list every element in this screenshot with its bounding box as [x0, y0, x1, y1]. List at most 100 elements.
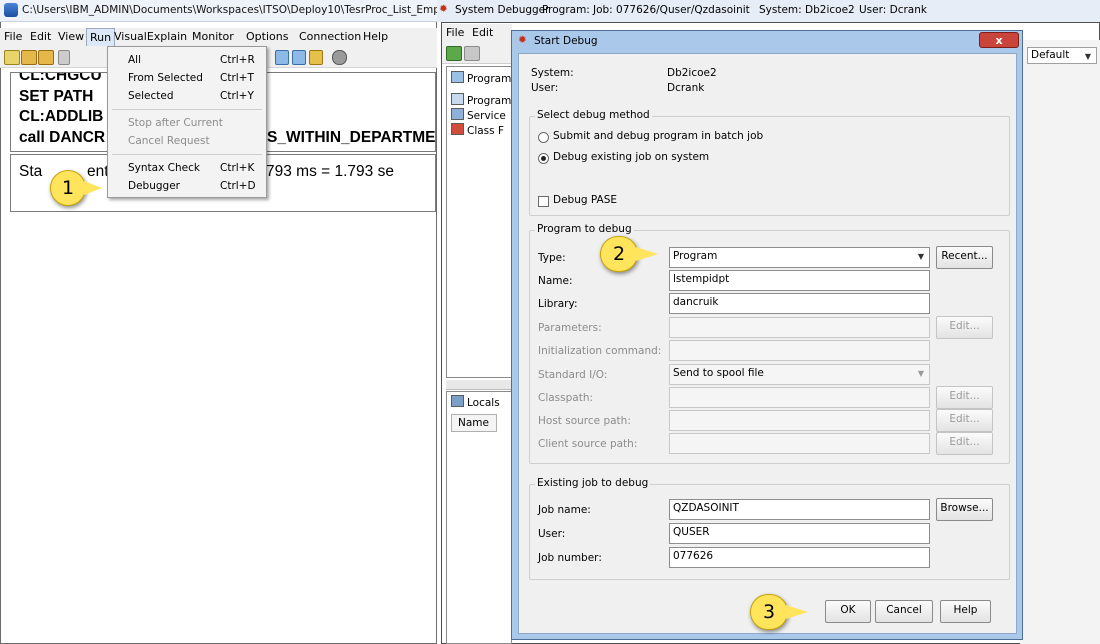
- cancel-button[interactable]: Cancel: [875, 600, 933, 623]
- service-icon: [451, 108, 464, 120]
- user-value: Dcrank: [667, 82, 705, 94]
- menu-help[interactable]: Help: [363, 30, 388, 43]
- start-icon[interactable]: [446, 46, 462, 61]
- classpath-label: Classpath:: [538, 392, 594, 404]
- cut-icon[interactable]: [58, 50, 70, 65]
- code-line-tail: S_WITHIN_DEPARTME: [267, 129, 436, 146]
- shortcut-label: Ctrl+Y: [220, 90, 254, 102]
- client-source-field: [669, 433, 930, 454]
- browse-button[interactable]: Browse...: [936, 498, 993, 521]
- code-line: CL:ADDLIB: [19, 108, 104, 125]
- parameters-edit-button: Edit...: [936, 316, 993, 339]
- shortcut-label: Ctrl+D: [220, 180, 256, 192]
- debugger-user: User: Dcrank: [859, 4, 927, 16]
- view-select[interactable]: Default ▼: [1027, 47, 1097, 64]
- debugger-title-bar: ✹ System Debugger Program: Job: 077626/Q…: [437, 0, 1100, 22]
- type-select[interactable]: Program ▼: [669, 247, 930, 268]
- debugger-item[interactable]: Debugger: [128, 180, 180, 192]
- run-selected-item[interactable]: Selected: [128, 90, 174, 102]
- run-all-item[interactable]: All: [128, 54, 141, 66]
- name-field[interactable]: lstempidpt: [669, 270, 930, 291]
- debugger-job: Job: 077626/Quser/Qzdasoinit: [593, 4, 750, 16]
- print-icon[interactable]: [332, 50, 347, 65]
- job-name-field[interactable]: QZDASOINIT: [669, 499, 930, 520]
- locals-name-column[interactable]: Name: [451, 414, 497, 432]
- save-icon[interactable]: [38, 50, 54, 65]
- debugger-toolbar: [442, 42, 512, 64]
- user-label: User:: [531, 82, 559, 94]
- output-tail: 793 ms = 1.793 se: [266, 163, 394, 180]
- tree-item[interactable]: Class F: [451, 123, 504, 137]
- dialog-title-bar: ✹ Start Debug: [512, 31, 1022, 51]
- dialog-title: Start Debug: [534, 35, 598, 47]
- tree-item[interactable]: Program: [451, 93, 511, 107]
- client-source-edit-button: Edit...: [936, 432, 993, 455]
- library-label: Library:: [538, 298, 578, 310]
- tree-item[interactable]: Service: [451, 108, 506, 122]
- job-user-field[interactable]: QUSER: [669, 523, 930, 544]
- stop-icon[interactable]: [464, 46, 480, 61]
- menu-visualexplain[interactable]: VisualExplain: [114, 30, 187, 43]
- debugger-system: System: Db2icoe2: [759, 4, 855, 16]
- menu-file[interactable]: File: [4, 30, 22, 43]
- debug-pase-label[interactable]: Debug PASE: [553, 194, 617, 206]
- help-button[interactable]: Help: [940, 600, 991, 623]
- chevron-down-icon: ▼: [1084, 52, 1092, 61]
- menu-edit[interactable]: Edit: [30, 30, 51, 43]
- debugger-program: Program:: [542, 4, 590, 16]
- library-field[interactable]: dancruik: [669, 293, 930, 314]
- output-mid: ent: [87, 163, 109, 180]
- shortcut-label: Ctrl+K: [220, 162, 255, 174]
- existing-job-radio-label[interactable]: Debug existing job on system: [553, 151, 709, 163]
- menu-monitor[interactable]: Monitor: [192, 30, 234, 43]
- syntax-check-item[interactable]: Syntax Check: [128, 162, 200, 174]
- menu-options[interactable]: Options: [246, 30, 288, 43]
- debug-pase-checkbox[interactable]: [538, 196, 549, 207]
- explain-icon[interactable]: [275, 50, 289, 65]
- existing-job-title: Existing job to debug: [535, 477, 651, 489]
- menu-run[interactable]: Run: [86, 28, 116, 47]
- debugger-menu-edit[interactable]: Edit: [472, 26, 493, 39]
- locals-tab[interactable]: Locals: [451, 395, 500, 409]
- code-line: SET PATH: [19, 88, 94, 105]
- split-arrows-icon[interactable]: [446, 380, 512, 390]
- shortcut-label: Ctrl+T: [220, 72, 254, 84]
- debugger-menu-file[interactable]: File: [446, 26, 464, 39]
- job-user-label: User:: [538, 528, 566, 540]
- existing-job-radio[interactable]: [538, 153, 549, 164]
- left-menu-bar: File Edit View Run VisualExplain Monitor…: [0, 28, 437, 47]
- job-number-label: Job number:: [538, 552, 602, 564]
- debug-method-title: Select debug method: [535, 109, 652, 121]
- explain-run-icon[interactable]: [292, 50, 306, 65]
- type-label: Type:: [538, 252, 566, 264]
- job-number-field[interactable]: 077626: [669, 547, 930, 568]
- open-icon[interactable]: [21, 50, 37, 65]
- left-window-title: C:\Users\IBM_ADMIN\Documents\Workspaces\…: [22, 4, 450, 16]
- name-label: Name:: [538, 275, 573, 287]
- view-select-value: Default: [1031, 49, 1070, 61]
- shortcut-label: Ctrl+R: [220, 54, 255, 66]
- chevron-down-icon: ▼: [917, 252, 925, 261]
- program-icon: [451, 93, 464, 105]
- callout-2-pointer: [636, 247, 658, 261]
- new-icon[interactable]: [4, 50, 20, 65]
- tree-item[interactable]: Program: [451, 71, 511, 85]
- batch-radio-label[interactable]: Submit and debug program in batch job: [553, 130, 763, 142]
- classpath-field: [669, 387, 930, 408]
- code-line: call DANCR: [19, 129, 106, 146]
- callout-3-pointer: [786, 605, 808, 619]
- output-prefix: Sta: [19, 163, 43, 180]
- batch-radio[interactable]: [538, 132, 549, 143]
- monitor-icon[interactable]: [309, 50, 323, 65]
- recent-button[interactable]: Recent...: [936, 246, 993, 269]
- run-from-selected-item[interactable]: From Selected: [128, 72, 203, 84]
- cancel-request-item: Cancel Request: [128, 135, 210, 147]
- menu-view[interactable]: View: [58, 30, 84, 43]
- ok-button[interactable]: OK: [825, 600, 871, 623]
- debugger-menu-bar: File Edit: [442, 24, 512, 42]
- dialog-client: System: Db2icoe2 User: Dcrank Select deb…: [518, 53, 1017, 634]
- menu-separator: [112, 154, 262, 155]
- menu-connection[interactable]: Connection: [299, 30, 361, 43]
- close-icon[interactable]: x: [979, 32, 1019, 48]
- run-menu-dropdown: All Ctrl+R From Selected Ctrl+T Selected…: [107, 46, 267, 198]
